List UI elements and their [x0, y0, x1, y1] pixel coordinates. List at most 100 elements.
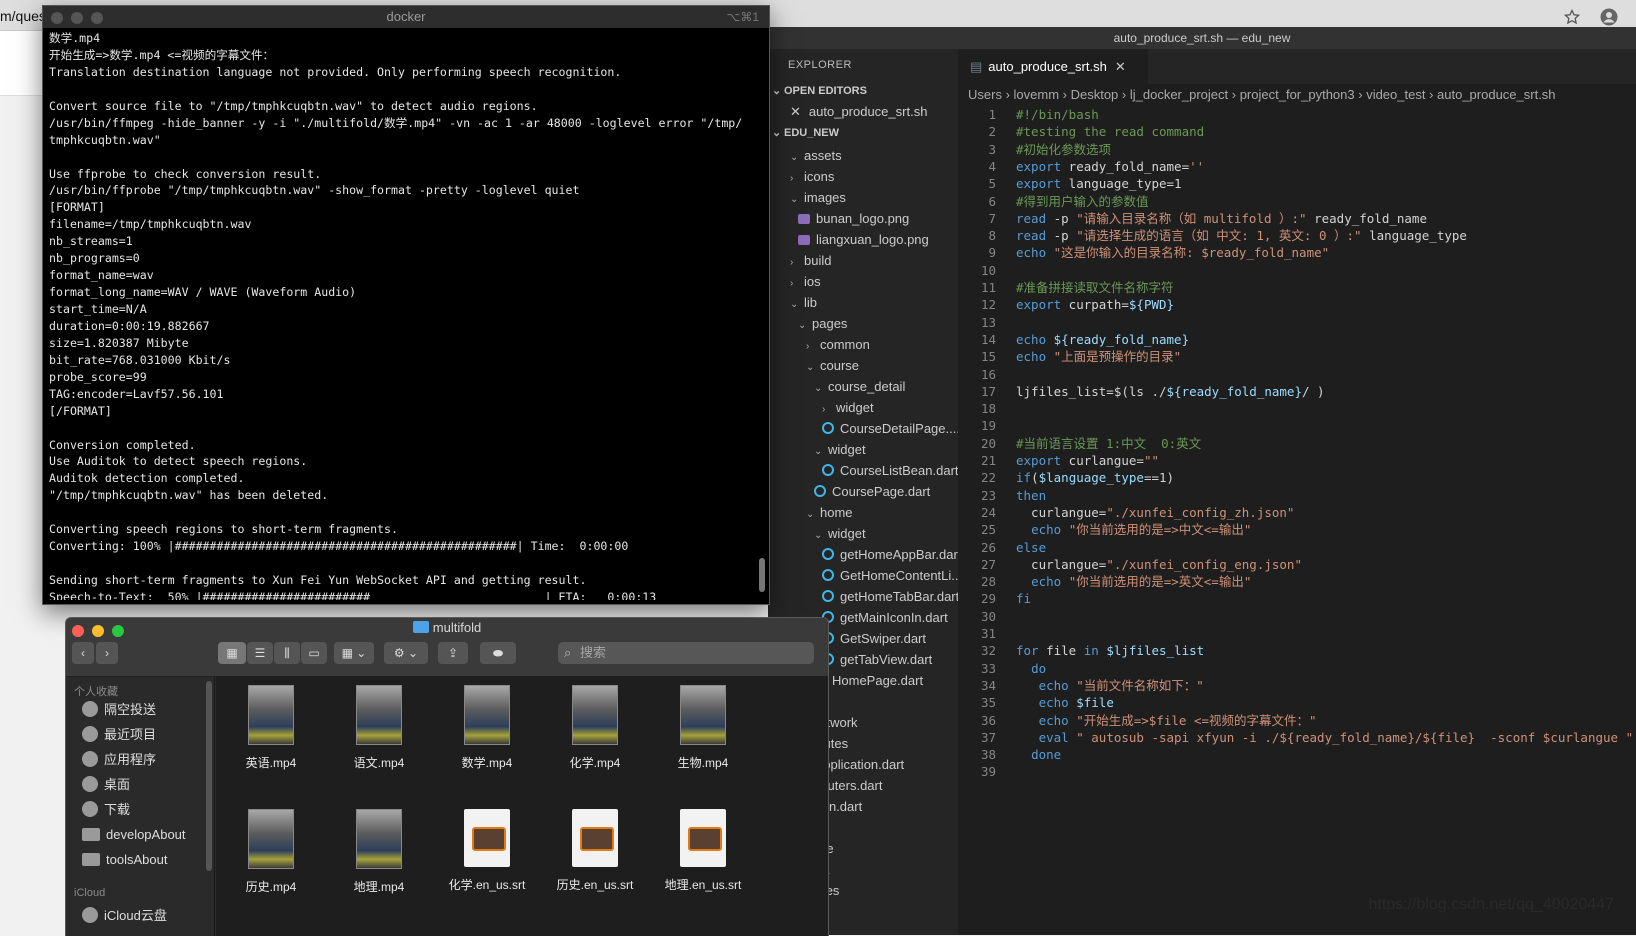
terminal-line: Use Auditok to detect speech regions.	[49, 454, 308, 469]
tree-item-label: common	[820, 337, 870, 352]
file-item[interactable]: 历史.en_us.srt	[545, 809, 645, 893]
file-item[interactable]: 英语.mp4	[221, 685, 321, 771]
tree-item-file[interactable]: getTabView.dart	[822, 650, 932, 670]
code-line: 18	[958, 400, 1016, 418]
tree-item-folder[interactable]: ⌄ widget	[814, 440, 866, 460]
breadcrumb-item[interactable]: auto_produce_srt.sh	[1437, 87, 1556, 102]
code-line: 31	[958, 625, 1016, 643]
share-button[interactable]: ⇪	[438, 642, 468, 664]
tree-item-file[interactable]: getMainIconIn.dart	[822, 608, 948, 628]
sidebar-scrollbar[interactable]	[206, 681, 212, 871]
sidebar-item-desktop[interactable]: 桌面	[82, 774, 130, 796]
tree-item-file[interactable]: getHomeAppBar.dart	[822, 545, 958, 565]
icon-view-button[interactable]: ▦	[218, 642, 246, 664]
chevron-right-icon: ›	[790, 173, 794, 184]
sidebar-item-applications[interactable]: 应用程序	[82, 749, 156, 771]
project-header[interactable]: ⌄ EDU_NEW	[772, 126, 839, 139]
tree-item-file[interactable]: CoursePage.dart	[814, 482, 930, 502]
close-button[interactable]	[51, 12, 63, 24]
breadcrumb-item[interactable]: Desktop	[1071, 87, 1119, 102]
tree-item-label: bunan_logo.png	[816, 211, 910, 226]
tag-button[interactable]: ⬬	[480, 642, 516, 664]
tree-item-file[interactable]: getHomeTabBar.dart	[822, 587, 958, 607]
tree-item-folder[interactable]: ⌄ assets	[790, 146, 842, 166]
recents-icon	[82, 726, 98, 742]
tree-item-folder[interactable]: › widget	[822, 398, 874, 418]
code-line: 5 export language_type=1	[958, 175, 1181, 193]
gallery-view-button[interactable]: ▭	[301, 642, 327, 664]
file-item[interactable]: 数学.mp4	[437, 685, 537, 771]
tree-item-file[interactable]: GetSwiper.dart	[822, 629, 926, 649]
file-item[interactable]: 地理.mp4	[329, 809, 429, 895]
tree-item-label: liangxuan_logo.png	[816, 232, 929, 247]
group-button[interactable]: ▦ ⌄	[334, 642, 374, 664]
browser-url-fragment[interactable]: m/ques	[0, 8, 46, 24]
tree-item-file[interactable]: CourseListBean.dart	[822, 461, 958, 481]
line-number: 9	[988, 245, 996, 261]
dart-file-icon	[822, 464, 834, 476]
chevron-down-icon: ⌄	[814, 446, 823, 457]
tree-item-folder[interactable]: › build	[790, 251, 831, 271]
forward-button[interactable]: ›	[96, 642, 118, 664]
file-item[interactable]: 生物.mp4	[653, 685, 753, 771]
file-item[interactable]: 化学.en_us.srt	[437, 809, 537, 893]
minimize-button[interactable]	[71, 12, 83, 24]
profile-icon[interactable]	[1600, 8, 1618, 26]
tree-item-folder[interactable]: ⌄ lib	[790, 293, 817, 313]
file-item[interactable]: 地理.en_us.srt	[653, 809, 753, 893]
code-line: 29 fi	[958, 590, 1031, 608]
bookmark-star-icon[interactable]	[1564, 9, 1580, 25]
sidebar-item-icloud-drive[interactable]: iCloud云盘	[82, 905, 167, 927]
tree-item-folder[interactable]: ⌄ course_detail	[814, 377, 905, 397]
close-icon[interactable]: ✕	[790, 104, 801, 119]
file-item[interactable]: 化学.mp4	[545, 685, 645, 771]
tab-auto-produce-srt[interactable]: ▤ auto_produce_srt.sh ✕	[958, 49, 1148, 84]
code-area[interactable]: 1 #!/bin/bash 2 #testing the read command 3 #…	[958, 106, 1636, 935]
sidebar-item-airdrop[interactable]: 隔空投送	[82, 699, 156, 721]
tree-item-folder[interactable]: ⌄ widget	[814, 524, 866, 544]
open-editors-header[interactable]: ⌄ OPEN EDITORS	[772, 84, 867, 97]
line-number: 15	[980, 349, 996, 365]
file-item[interactable]: 语文.mp4	[329, 685, 429, 771]
sidebar-item-folder[interactable]: developAbout	[82, 824, 186, 846]
tree-item-file[interactable]: liangxuan_logo.png	[798, 230, 929, 250]
tree-item-label: course_detail	[828, 379, 906, 394]
open-editor-item[interactable]: ✕ auto_produce_srt.sh	[790, 102, 927, 122]
breadcrumb-item[interactable]: Users	[968, 87, 1002, 102]
back-button[interactable]: ‹	[72, 642, 94, 664]
sidebar-item-label: developAbout	[106, 827, 186, 842]
line-number: 26	[980, 539, 996, 555]
code-line: 16	[958, 366, 1016, 384]
breadcrumb-item[interactable]: project_for_python3	[1240, 87, 1355, 102]
file-item[interactable]: 历史.mp4	[221, 809, 321, 895]
tree-item-file[interactable]: bunan_logo.png	[798, 209, 909, 229]
terminal-output[interactable]: 数学.mp4 开始生成=>数学.mp4 <=视频的字幕文件： Translation…	[49, 30, 749, 600]
tree-item-folder[interactable]: ⌄ images	[790, 188, 846, 208]
tree-item-file[interactable]: CourseDetailPage....	[822, 419, 958, 439]
terminal-scrollbar[interactable]	[759, 558, 765, 592]
tree-item-folder[interactable]: ⌄ pages	[798, 314, 847, 334]
breadcrumb-item[interactable]: lj_docker_project	[1130, 87, 1228, 102]
tree-item-folder[interactable]: › icons	[790, 167, 834, 187]
sidebar-item-folder[interactable]: toolsAbout	[82, 849, 167, 871]
icloud-header: iCloud	[74, 887, 106, 899]
breadcrumb-item[interactable]: lovemm	[1014, 87, 1060, 102]
list-view-button[interactable]: ☰	[247, 642, 273, 664]
terminal-line: start_time=N/A	[49, 302, 147, 316]
tree-item-folder[interactable]: › common	[806, 335, 870, 355]
tree-item-folder[interactable]: › ios	[790, 272, 821, 292]
tree-item-folder[interactable]: ⌄ course	[806, 356, 859, 376]
zoom-button[interactable]	[91, 12, 103, 24]
action-gear-button[interactable]: ⚙ ⌄	[384, 642, 428, 664]
sidebar-item-downloads[interactable]: 下载	[82, 799, 130, 821]
column-view-button[interactable]: ⫼	[274, 642, 300, 664]
search-input[interactable]: ⌕ 搜索	[558, 642, 814, 664]
tab-close-icon[interactable]: ✕	[1115, 59, 1126, 74]
tree-item-folder[interactable]: ⌄ home	[806, 503, 853, 523]
folder-icon	[82, 828, 100, 841]
tree-item-file[interactable]: GetHomeContentLi...	[822, 566, 958, 586]
breadcrumb-item[interactable]: video_test	[1366, 87, 1425, 102]
sidebar-item-recents[interactable]: 最近项目	[82, 724, 156, 746]
tree-item-file[interactable]: HomePage.dart	[814, 671, 923, 691]
